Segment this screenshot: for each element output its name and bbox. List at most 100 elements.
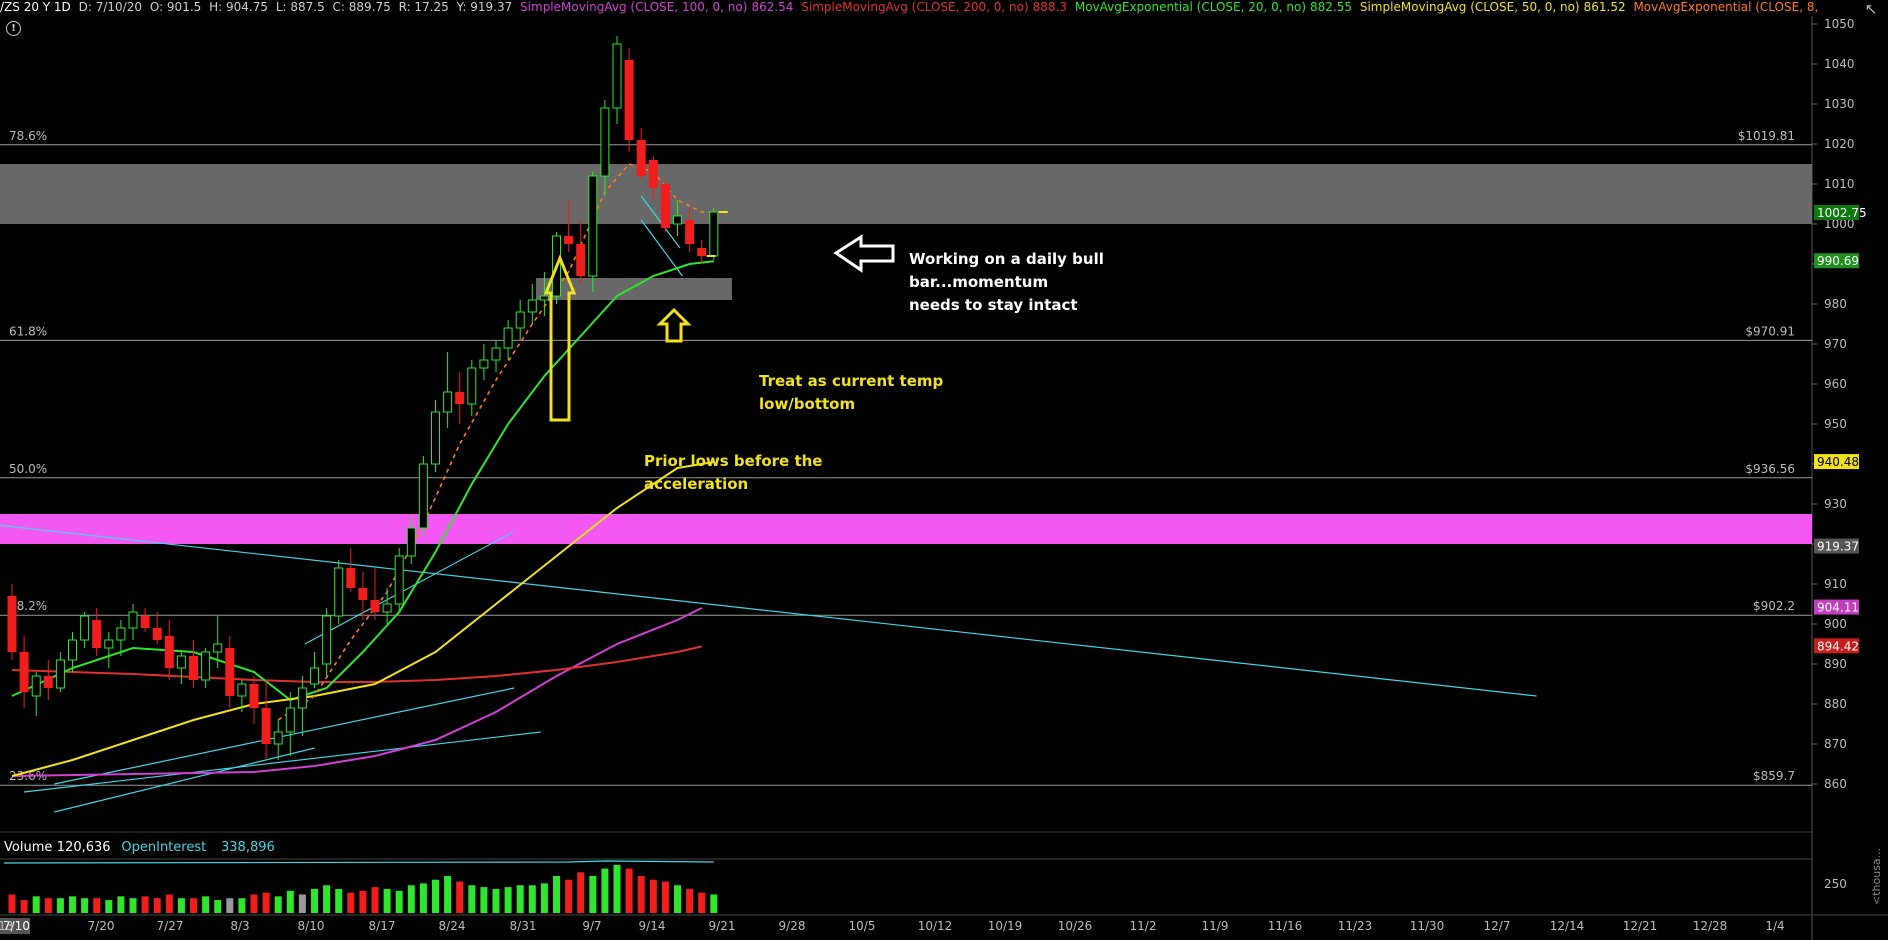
candle-body — [455, 392, 465, 404]
candle-body — [515, 311, 525, 329]
y-tick-label: 970 — [1824, 337, 1847, 351]
volume-bar — [407, 885, 415, 913]
candle-body — [225, 648, 235, 696]
price-tag-value: 919.37 — [1817, 540, 1859, 554]
study-value: 861.52 — [1583, 0, 1626, 14]
candle-body — [660, 184, 670, 228]
candle-body — [322, 615, 332, 665]
candle-body — [152, 628, 162, 640]
candle-body — [310, 667, 319, 685]
volume-bar — [625, 868, 633, 913]
volume-bar — [432, 879, 439, 913]
volume-bar — [613, 864, 621, 913]
x-tick-label: 8/17 — [369, 919, 396, 933]
chart-header: /ZS 20 Y 1D D: 7/10/20 O: 901.5 H: 904.7… — [0, 0, 1820, 16]
candle-body — [7, 596, 17, 652]
annotation-line: needs to stay intact — [909, 296, 1078, 314]
study-label[interactable]: SimpleMovingAvg (CLOSE, 50, 0, no) — [1360, 0, 1580, 14]
x-tick-label: 8/3 — [230, 919, 249, 933]
volume-bar — [371, 887, 379, 913]
y-tick-label: 1030 — [1824, 97, 1855, 111]
annotation-line: acceleration — [644, 475, 748, 493]
volume-bar — [214, 900, 222, 913]
candle-body — [201, 651, 211, 681]
fib-label: 78.6% — [9, 129, 47, 143]
price-chart[interactable]: 78.6% $1019.8161.8% $970.9150.0% $936.5638.… — [0, 0, 1888, 940]
candle-body — [673, 215, 682, 225]
volume-units-label: <thousa... — [1870, 848, 1883, 905]
candle-body — [237, 683, 247, 697]
candle-body — [346, 568, 356, 588]
candle-body — [261, 708, 271, 744]
header-field: H: 904.75 — [209, 0, 268, 14]
volume-bar — [553, 876, 560, 913]
y-tick-label: 890 — [1824, 657, 1847, 671]
candle-body — [334, 567, 344, 617]
volume-bar — [32, 896, 40, 913]
candle-body — [443, 391, 453, 413]
candle-body — [503, 327, 513, 349]
volume-bar — [649, 879, 657, 913]
volume-bar — [468, 885, 476, 913]
x-tick-label: 7/20 — [88, 919, 115, 933]
volume-bar — [456, 881, 464, 913]
study-value: 888.3 — [1032, 0, 1068, 14]
candle-body — [685, 220, 695, 244]
x-tick-label: 11/30 — [1410, 919, 1445, 933]
candle-body — [140, 616, 150, 628]
price-tag-value: 894.42 — [1817, 639, 1859, 653]
candle-body — [479, 359, 489, 369]
x-tick-label: 11/16 — [1268, 919, 1303, 933]
volume-bar — [577, 872, 585, 913]
volume-bar — [661, 881, 669, 913]
y-tick-label: 880 — [1824, 697, 1847, 711]
fib-label: 61.8% — [9, 324, 47, 338]
x-tick-label: 8/24 — [439, 919, 466, 933]
price-tag-value: 1002.75 — [1817, 206, 1867, 220]
study-label[interactable]: MovAvgExponential (CLOSE, 8, 0,... — [1633, 0, 1820, 14]
zone-band — [0, 514, 1812, 544]
price-tag-value: 940.48 — [1817, 455, 1859, 469]
study-label[interactable]: SimpleMovingAvg (CLOSE, 200, 0, no) — [801, 0, 1028, 14]
candle-body — [564, 236, 574, 244]
volume-bar — [56, 898, 64, 913]
symbol-label[interactable]: /ZS 20 Y 1D — [0, 0, 71, 14]
volume-bar — [383, 888, 391, 913]
x-tick-label: 7/27 — [157, 919, 184, 933]
candle-body — [104, 639, 114, 649]
study-value: 862.54 — [751, 0, 794, 14]
candle-body — [467, 367, 477, 405]
candle-body — [297, 687, 307, 709]
info-icon[interactable]: ! — [6, 21, 21, 36]
header-field: O: 901.5 — [149, 0, 202, 14]
candle-body — [636, 140, 646, 176]
volume-bar — [323, 885, 331, 913]
y-tick-label: 960 — [1824, 377, 1847, 391]
volume-bar — [335, 888, 343, 913]
study-label[interactable]: MovAvgExponential (CLOSE, 20, 0, no) — [1075, 0, 1306, 14]
volume-bar — [347, 892, 355, 913]
volume-bar — [698, 892, 706, 913]
volume-bar — [190, 898, 197, 913]
drawing-tool-icon[interactable]: ↖ — [1854, 0, 1888, 18]
x-tick-label: 10/5 — [849, 919, 876, 933]
header-field: Y: 919.37 — [456, 0, 513, 14]
candle-body — [406, 527, 416, 557]
study-label[interactable]: SimpleMovingAvg (CLOSE, 100, 0, no) — [520, 0, 747, 14]
candle-body — [431, 411, 440, 465]
study-value: 882.55 — [1310, 0, 1353, 14]
candle-body — [128, 611, 138, 629]
volume-bar — [686, 888, 694, 913]
x-tick-label: 7/13 — [0, 919, 13, 933]
volume-bar — [637, 876, 645, 913]
candle-body — [527, 299, 537, 313]
y-tick-label: 1040 — [1824, 57, 1855, 71]
volume-bar — [311, 888, 318, 913]
candle-body — [273, 731, 283, 745]
candle-body — [418, 463, 428, 529]
x-tick-label: 9/21 — [709, 919, 736, 933]
y-tick-label: 910 — [1824, 577, 1847, 591]
x-tick-label: 8/31 — [510, 919, 537, 933]
x-tick-label: 10/26 — [1058, 919, 1093, 933]
candle-body — [249, 684, 259, 708]
